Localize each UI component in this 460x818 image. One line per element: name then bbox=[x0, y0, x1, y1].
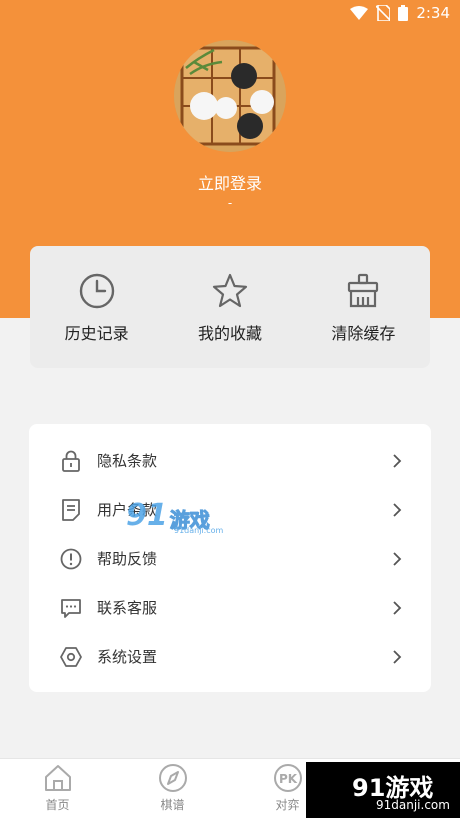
profile-subtitle: - bbox=[227, 196, 233, 210]
star-icon bbox=[212, 273, 248, 308]
history-button[interactable]: 历史记录 bbox=[30, 246, 163, 368]
pk-icon: PK bbox=[273, 764, 302, 792]
tab-game-records[interactable]: 棋谱 bbox=[115, 759, 230, 818]
watermark-corner-url: 91danji.com bbox=[376, 798, 450, 812]
clock-icon bbox=[79, 273, 114, 309]
avatar[interactable] bbox=[174, 40, 286, 152]
favorites-button[interactable]: 我的收藏 bbox=[163, 246, 296, 368]
watermark-url: 91danji.com bbox=[174, 526, 224, 535]
chevron-right-icon bbox=[393, 502, 402, 517]
hexagon-settings-icon bbox=[60, 646, 82, 667]
lock-icon bbox=[62, 450, 80, 472]
tab-label: 首页 bbox=[45, 798, 70, 812]
quick-actions-card: 历史记录 我的收藏 清除缓存 bbox=[30, 246, 430, 368]
menu-label: 联系客服 bbox=[97, 599, 158, 617]
no-sim-icon bbox=[376, 5, 391, 21]
compass-icon bbox=[158, 764, 187, 792]
tab-label: 棋谱 bbox=[160, 798, 185, 812]
status-bar: 2:34 bbox=[0, 0, 460, 26]
go-board-avatar-image bbox=[174, 40, 286, 152]
chevron-right-icon bbox=[393, 453, 402, 468]
menu-item-help-feedback[interactable]: 帮助反馈 bbox=[29, 534, 431, 583]
history-label: 历史记录 bbox=[64, 324, 129, 343]
battery-icon bbox=[398, 5, 409, 21]
watermark-logo: 91 游戏 91danji.com bbox=[126, 498, 223, 535]
chevron-right-icon bbox=[393, 600, 402, 615]
status-time: 2:34 bbox=[416, 4, 450, 22]
svg-text:PK: PK bbox=[278, 772, 297, 786]
broom-icon bbox=[348, 273, 379, 308]
document-icon bbox=[62, 498, 80, 521]
menu-label: 系统设置 bbox=[97, 648, 158, 666]
chevron-right-icon bbox=[393, 551, 402, 566]
tab-home[interactable]: 首页 bbox=[0, 759, 115, 818]
wifi-icon bbox=[350, 6, 369, 20]
home-icon bbox=[44, 765, 71, 791]
tab-label: 对弈 bbox=[275, 798, 300, 812]
menu-item-user-terms[interactable]: 用户条款 bbox=[29, 485, 431, 534]
menu-item-system-settings[interactable]: 系统设置 bbox=[29, 632, 431, 681]
watermark-number: 91 bbox=[126, 498, 168, 533]
exclamation-circle-icon bbox=[60, 548, 82, 569]
chat-bubble-icon bbox=[61, 598, 81, 618]
menu-item-customer-service[interactable]: 联系客服 bbox=[29, 583, 431, 632]
menu-label: 帮助反馈 bbox=[97, 550, 158, 568]
chevron-right-icon bbox=[393, 649, 402, 664]
clear-cache-button[interactable]: 清除缓存 bbox=[297, 246, 430, 368]
menu-item-privacy[interactable]: 隐私条款 bbox=[29, 436, 431, 485]
login-link[interactable]: 立即登录 bbox=[0, 170, 460, 194]
watermark-corner-logo: 91游戏 91danji.com bbox=[306, 762, 460, 818]
clear-cache-label: 清除缓存 bbox=[331, 324, 396, 343]
settings-menu-card: 隐私条款 用户条款 帮助反馈 联系客服 系统设置 bbox=[29, 424, 431, 692]
favorites-label: 我的收藏 bbox=[197, 324, 262, 343]
menu-label: 隐私条款 bbox=[97, 452, 158, 470]
